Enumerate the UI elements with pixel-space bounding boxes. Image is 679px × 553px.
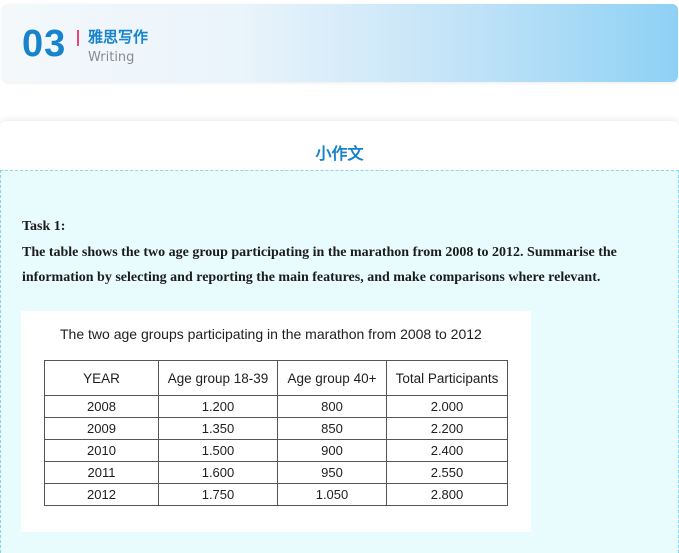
- table-title: The two age groups participating in the …: [60, 326, 482, 342]
- cell-total: 2.400: [386, 439, 508, 462]
- table-row: 2010 1.500 900 2.400: [44, 439, 508, 462]
- cell-age-18-39: 1.750: [158, 483, 278, 506]
- cell-year: 2011: [44, 461, 159, 484]
- column-header-age-40-plus: Age group 40+: [277, 360, 387, 396]
- table-row: 2011 1.600 950 2.550: [44, 461, 508, 484]
- cell-total: 2.800: [386, 483, 508, 506]
- cell-year: 2009: [44, 417, 159, 440]
- column-header-age-18-39: Age group 18-39: [158, 360, 278, 396]
- section-title-chinese: 雅思写作: [88, 28, 149, 46]
- cell-year: 2008: [44, 395, 159, 418]
- table-header-row: YEAR Age group 18-39 Age group 40+ Total…: [44, 360, 508, 396]
- cell-age-18-39: 1.500: [158, 439, 278, 462]
- section-title-english: Writing: [88, 50, 135, 65]
- cell-age-40-plus: 1.050: [277, 483, 387, 506]
- cell-total: 2.000: [386, 395, 508, 418]
- cell-total: 2.550: [386, 461, 508, 484]
- table-row: 2008 1.200 800 2.000: [44, 395, 508, 418]
- cell-age-40-plus: 800: [277, 395, 387, 418]
- task-label: Task 1:: [22, 219, 66, 234]
- cell-year: 2012: [44, 483, 159, 506]
- participants-table: YEAR Age group 18-39 Age group 40+ Total…: [44, 360, 508, 506]
- cell-age-40-plus: 900: [277, 439, 387, 462]
- section-number: 03: [22, 23, 67, 65]
- cell-age-18-39: 1.200: [158, 395, 278, 418]
- subsection-title: 小作文: [315, 144, 364, 163]
- cell-year: 2010: [44, 439, 159, 462]
- table-row: 2012 1.750 1.050 2.800: [44, 483, 508, 506]
- section-header: 03 雅思写作 Writing: [2, 4, 678, 82]
- cell-age-18-39: 1.350: [158, 417, 278, 440]
- table-row: 2009 1.350 850 2.200: [44, 417, 508, 440]
- column-header-year: YEAR: [44, 360, 159, 396]
- task-prompt: The table shows the two age group partic…: [22, 245, 617, 285]
- header-divider: [77, 30, 79, 46]
- cell-total: 2.200: [386, 417, 508, 440]
- cell-age-18-39: 1.600: [158, 461, 278, 484]
- cell-age-40-plus: 950: [277, 461, 387, 484]
- cell-age-40-plus: 850: [277, 417, 387, 440]
- column-header-total: Total Participants: [386, 360, 508, 396]
